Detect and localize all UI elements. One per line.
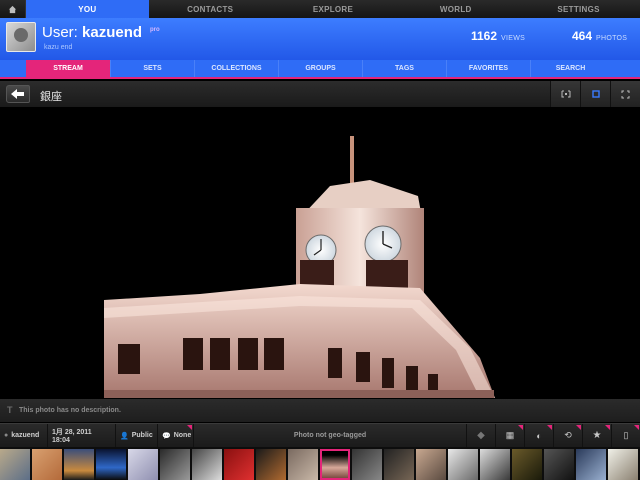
phone-icon: ▯ <box>623 430 629 440</box>
main-photo[interactable] <box>0 108 640 398</box>
face-icon: ◐ <box>536 430 542 441</box>
description-bar: T This photo has no description. <box>0 398 640 422</box>
tab-favorites[interactable]: FAVORITES <box>446 60 530 77</box>
photo-filmstrip <box>0 447 640 480</box>
photos-label: PHOTOS <box>596 35 628 42</box>
back-arrow-icon <box>11 89 24 99</box>
thumbnail[interactable] <box>576 449 606 480</box>
comment-icon: 💬 <box>162 432 171 440</box>
thumbnail-selected[interactable] <box>320 449 350 480</box>
owner-icon: ● <box>4 432 9 439</box>
fit-view-button[interactable] <box>550 81 580 107</box>
nav-settings[interactable]: SETTINGS <box>517 0 640 18</box>
user-label: User: <box>42 24 78 41</box>
user-title: User: kazuend <box>42 24 142 41</box>
photo-actions: ◆ ▦ ◐ ⟲ ★ ▯ <box>466 424 640 447</box>
views-stat: 1162 VIEWS <box>471 29 525 43</box>
tab-collections[interactable]: COLLECTIONS <box>194 60 278 77</box>
photo-title-bar: 銀座 <box>0 81 640 108</box>
license-meta[interactable]: 💬 None <box>158 424 194 447</box>
thumbnail[interactable] <box>160 449 190 480</box>
thumbnail[interactable] <box>32 449 62 480</box>
thumbnail[interactable] <box>448 449 478 480</box>
owner-name: kazuend <box>11 432 40 439</box>
tag-button[interactable]: ◆ <box>466 424 495 447</box>
privacy-meta[interactable]: 👤 Public <box>116 424 158 447</box>
square-view-icon <box>591 90 600 98</box>
tag-icon: ◆ <box>477 430 485 441</box>
thumbnail[interactable] <box>256 449 286 480</box>
thumbnail[interactable] <box>608 449 638 480</box>
tab-groups[interactable]: GROUPS <box>278 60 362 77</box>
thumbnail[interactable] <box>512 449 542 480</box>
license-value: None <box>173 432 192 439</box>
photos-count: 464 <box>572 29 593 43</box>
rotate-icon: ⟲ <box>564 430 572 440</box>
photo-title: 銀座 <box>40 91 62 103</box>
device-button[interactable]: ▯ <box>611 424 640 447</box>
date-taken: 1月 28, 2011 18:04 <box>52 429 92 444</box>
thumbnail[interactable] <box>224 449 254 480</box>
star-icon: ★ <box>592 430 602 441</box>
thumbnail[interactable] <box>416 449 446 480</box>
avatar[interactable] <box>6 22 36 52</box>
back-button[interactable] <box>6 85 30 103</box>
thumbnail[interactable] <box>288 449 318 480</box>
tab-tags[interactable]: TAGS <box>362 60 446 77</box>
user-header: User: kazuend pro kazu end 1162 VIEWS 464… <box>0 18 640 60</box>
fullscreen-button[interactable] <box>610 81 640 107</box>
thumbnail[interactable] <box>64 449 94 480</box>
photo-meta-bar: ● kazuend 1月 28, 2011 18:04 👤 Public 💬 None… <box>0 423 640 447</box>
thumbnail[interactable] <box>480 449 510 480</box>
geo-status: Photo not geo-tagged <box>293 432 367 439</box>
tab-stream[interactable]: STREAM <box>26 60 110 77</box>
pro-badge: pro <box>150 27 160 33</box>
sub-tabs: STREAM SETS COLLECTIONS GROUPS TAGS FAVO… <box>0 60 640 79</box>
views-label: VIEWS <box>501 35 526 42</box>
clock-tower-photo <box>0 108 640 398</box>
thumbnail[interactable] <box>384 449 414 480</box>
grid-icon: ▦ <box>505 430 515 440</box>
photo-description: This photo has no description. <box>19 407 121 414</box>
nav-you[interactable]: YOU <box>26 0 149 18</box>
thumbnail[interactable] <box>352 449 382 480</box>
thumbnail[interactable] <box>0 449 30 480</box>
sizes-button[interactable]: ▦ <box>495 424 524 447</box>
tab-search[interactable]: SEARCH <box>530 60 610 77</box>
fullscreen-icon <box>621 90 630 98</box>
nav-explore[interactable]: EXPLORE <box>272 0 395 18</box>
home-icon <box>8 5 17 13</box>
thumbnail[interactable] <box>544 449 574 480</box>
tab-sets[interactable]: SETS <box>110 60 194 77</box>
thumbnail[interactable] <box>96 449 126 480</box>
privacy-value: Public <box>131 432 153 439</box>
flickr-photo-viewer: YOU CONTACTS EXPLORE WORLD SETTINGS User… <box>0 0 640 480</box>
person-icon: 👤 <box>120 432 129 440</box>
nav-contacts[interactable]: CONTACTS <box>149 0 272 18</box>
owner-meta[interactable]: ● kazuend <box>0 424 48 447</box>
thumbnail[interactable] <box>128 449 158 480</box>
photos-stat: 464 PHOTOS <box>572 29 627 43</box>
views-count: 1162 <box>471 29 498 43</box>
rotate-button[interactable]: ⟲ <box>553 424 582 447</box>
real-name: kazu end <box>44 44 73 51</box>
fit-view-icon <box>561 90 570 98</box>
date-meta: 1月 28, 2011 18:04 <box>48 424 116 447</box>
favorite-button[interactable]: ★ <box>582 424 611 447</box>
people-button[interactable]: ◐ <box>524 424 553 447</box>
nav-world[interactable]: WORLD <box>394 0 517 18</box>
username: kazuend <box>82 24 143 41</box>
square-view-button[interactable] <box>580 81 610 107</box>
thumbnail[interactable] <box>192 449 222 480</box>
home-button[interactable] <box>0 0 26 18</box>
text-icon: T <box>7 405 13 415</box>
top-navigation: YOU CONTACTS EXPLORE WORLD SETTINGS <box>0 0 640 18</box>
view-mode-buttons <box>550 81 640 107</box>
